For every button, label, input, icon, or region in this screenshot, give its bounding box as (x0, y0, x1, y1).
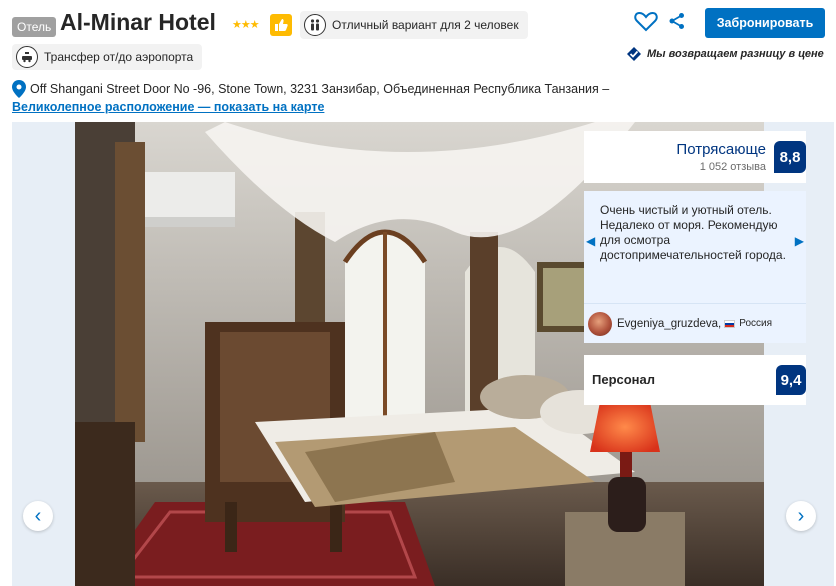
transfer-feature-label: Трансфер от/до аэропорта (44, 50, 194, 64)
transfer-feature-pill: Трансфер от/до аэропорта (12, 44, 203, 70)
staff-score-badge: 9,4 (776, 365, 806, 395)
hotel-address: Off Shangani Street Door No -96, Stone T… (12, 80, 609, 98)
review-score-card[interactable]: Потрясающе 1 052 отзыва 8,8 (584, 131, 806, 183)
price-match-label: Мы возвращаем разницу в цене (647, 48, 824, 60)
gallery-next-button[interactable]: › (786, 501, 816, 531)
couple-feature-pill: Отличный вариант для 2 человек (300, 11, 528, 39)
staff-label: Персонал (592, 372, 656, 387)
heart-icon[interactable] (634, 10, 658, 37)
taxi-icon (16, 46, 38, 68)
property-type-badge: Отель (12, 17, 57, 37)
russia-flag-icon (724, 319, 736, 328)
score-badge: 8,8 (774, 141, 806, 173)
show-on-map-link[interactable]: Великолепное расположение — показать на … (12, 100, 324, 114)
score-word: Потрясающе (676, 141, 766, 158)
map-pin-icon (12, 80, 26, 98)
review-count: 1 052 отзыва (699, 161, 766, 173)
review-quote-card: ◀ Очень чистый и уютный отель. Недалеко … (584, 191, 806, 303)
star-rating: ★★★ (232, 19, 260, 31)
quote-next-arrow[interactable]: ▶ (795, 234, 804, 248)
address-text: Off Shangani Street Door No -96, Stone T… (30, 82, 610, 96)
gallery-prev-button[interactable]: ‹ (23, 501, 53, 531)
price-match-note[interactable]: Мы возвращаем разницу в цене (626, 46, 824, 62)
quote-prev-arrow[interactable]: ◀ (586, 234, 595, 248)
thumbs-up-icon (270, 14, 292, 36)
review-quote: Очень чистый и уютный отель. Недалеко от… (600, 203, 786, 262)
couple-feature-label: Отличный вариант для 2 человек (332, 18, 519, 32)
avatar (588, 311, 612, 336)
book-button[interactable]: Забронировать (705, 8, 825, 38)
checkmark-icon (627, 47, 641, 61)
reviewer-country: Россия (739, 318, 773, 329)
reviewer-row: Evgeniya_gruzdeva, Россия (584, 303, 806, 343)
couple-icon (304, 14, 326, 36)
share-icon[interactable] (668, 12, 686, 35)
reviewer-name: Evgeniya_gruzdeva, (617, 317, 722, 330)
staff-score-card: Персонал 9,4 (584, 355, 806, 405)
photo-gallery: ‹ › Потрясающе 1 052 отзыва 8,8 ◀ Очень … (12, 122, 834, 586)
hotel-name: Al-Minar Hotel (60, 9, 216, 35)
